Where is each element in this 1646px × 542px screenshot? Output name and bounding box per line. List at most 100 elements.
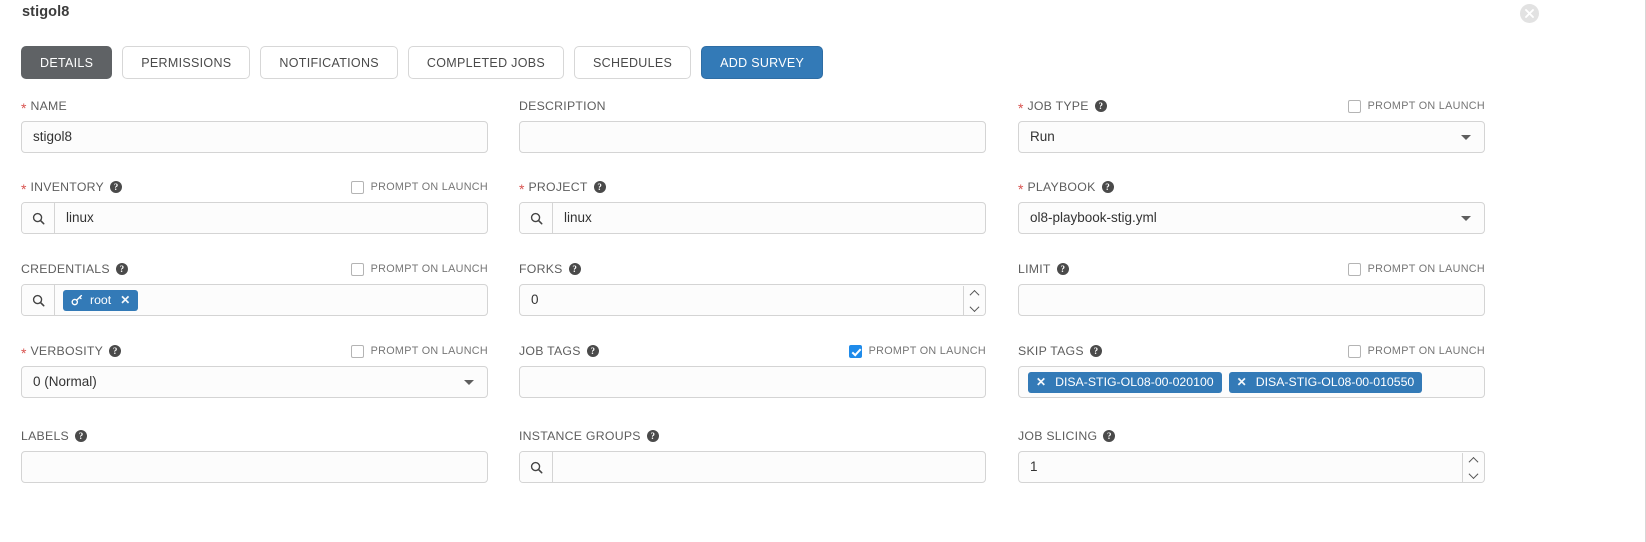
chevron-down-icon (1461, 216, 1471, 221)
help-icon[interactable]: ? (569, 263, 581, 275)
job-slicing-input-value: 1 (1019, 452, 1049, 482)
field-label: PLAYBOOK (1027, 180, 1095, 194)
prompt-on-launch-job-type[interactable]: PROMPT ON LAUNCH (1348, 100, 1485, 113)
prompt-on-launch-credentials[interactable]: PROMPT ON LAUNCH (351, 263, 488, 276)
required-marker: * (21, 182, 26, 196)
help-icon[interactable]: ? (116, 263, 128, 275)
inventory-input-value: linux (64, 203, 105, 233)
field-project: * PROJECT ? linux (519, 178, 986, 234)
instance-groups-lookup[interactable] (519, 451, 986, 483)
field-job-type: * JOB TYPE ? PROMPT ON LAUNCH Run (1018, 97, 1485, 153)
prompt-on-launch-checkbox[interactable] (849, 345, 862, 358)
search-icon[interactable] (520, 452, 553, 482)
field-verbosity: * VERBOSITY ? PROMPT ON LAUNCH 0 (Normal… (21, 342, 488, 398)
add-survey-button[interactable]: ADD SURVEY (701, 46, 823, 79)
prompt-on-launch-label: PROMPT ON LAUNCH (1368, 345, 1485, 357)
help-icon[interactable]: ? (109, 345, 121, 357)
page-title: stigol8 (22, 4, 69, 20)
help-icon[interactable]: ? (594, 181, 606, 193)
stepper-up-icon[interactable] (964, 286, 984, 301)
verbosity-select[interactable]: 0 (Normal) (21, 366, 488, 398)
forks-stepper[interactable] (963, 286, 984, 316)
job-type-select[interactable]: Run (1018, 121, 1485, 153)
remove-credential-icon[interactable]: ✕ (120, 293, 130, 307)
chevron-down-icon (464, 380, 474, 385)
credential-chip-label: root (90, 293, 111, 307)
tab-completed-jobs[interactable]: COMPLETED JOBS (408, 46, 564, 79)
credential-chip[interactable]: root ✕ (63, 290, 138, 311)
required-marker: * (1018, 101, 1023, 115)
name-input-value: stigol8 (22, 122, 83, 152)
field-job-slicing: JOB SLICING ? 1 (1018, 427, 1485, 483)
help-icon[interactable]: ? (75, 430, 87, 442)
job-slicing-stepper[interactable] (1462, 453, 1483, 483)
prompt-on-launch-limit[interactable]: PROMPT ON LAUNCH (1348, 263, 1485, 276)
prompt-on-launch-checkbox[interactable] (351, 263, 364, 276)
forks-input[interactable]: 0 (519, 284, 986, 316)
help-icon[interactable]: ? (1090, 345, 1102, 357)
field-label: CREDENTIALS (21, 262, 110, 276)
help-icon[interactable]: ? (1095, 100, 1107, 112)
field-name: * NAME stigol8 (21, 97, 488, 153)
remove-skip-tag-icon[interactable]: ✕ (1036, 375, 1046, 389)
job-type-select-value: Run (1019, 122, 1066, 152)
job-template-details-page: stigol8 DETAILS PERMISSIONS NOTIFICATION… (0, 0, 1646, 542)
field-skip-tags: SKIP TAGS ? PROMPT ON LAUNCH ✕ DISA-STIG… (1018, 342, 1485, 398)
name-input[interactable]: stigol8 (21, 121, 488, 153)
limit-input[interactable] (1018, 284, 1485, 316)
skip-tags-chip-list: ✕ DISA-STIG-OL08-00-020100 ✕ DISA-STIG-O… (1019, 372, 1484, 393)
help-icon[interactable]: ? (587, 345, 599, 357)
skip-tag-chip[interactable]: ✕ DISA-STIG-OL08-00-010550 (1229, 372, 1423, 393)
field-label: INSTANCE GROUPS (519, 429, 641, 443)
job-slicing-input[interactable]: 1 (1018, 451, 1485, 483)
prompt-on-launch-checkbox[interactable] (351, 181, 364, 194)
field-label: VERBOSITY (30, 344, 103, 358)
stepper-down-icon[interactable] (964, 301, 984, 316)
help-icon[interactable]: ? (1057, 263, 1069, 275)
search-icon[interactable] (22, 203, 55, 233)
prompt-on-launch-verbosity[interactable]: PROMPT ON LAUNCH (351, 345, 488, 358)
prompt-on-launch-checkbox[interactable] (1348, 100, 1361, 113)
job-tags-input[interactable] (519, 366, 986, 398)
prompt-on-launch-checkbox[interactable] (351, 345, 364, 358)
prompt-on-launch-checkbox[interactable] (1348, 345, 1361, 358)
description-input[interactable] (519, 121, 986, 153)
prompt-on-launch-label: PROMPT ON LAUNCH (371, 181, 488, 193)
help-icon[interactable]: ? (1102, 181, 1114, 193)
field-label: DESCRIPTION (519, 99, 606, 113)
labels-input[interactable] (21, 451, 488, 483)
field-label: PROJECT (528, 180, 587, 194)
verbosity-select-value: 0 (Normal) (22, 367, 108, 397)
stepper-down-icon[interactable] (1463, 468, 1483, 483)
remove-skip-tag-icon[interactable]: ✕ (1237, 375, 1247, 389)
required-marker: * (1018, 182, 1023, 196)
prompt-on-launch-checkbox[interactable] (1348, 263, 1361, 276)
help-icon[interactable]: ? (647, 430, 659, 442)
skip-tag-chip[interactable]: ✕ DISA-STIG-OL08-00-020100 (1028, 372, 1222, 393)
required-marker: * (519, 182, 524, 196)
tab-details[interactable]: DETAILS (21, 46, 112, 79)
search-icon[interactable] (22, 285, 55, 315)
key-icon (71, 294, 83, 306)
playbook-select[interactable]: ol8-playbook-stig.yml (1018, 202, 1485, 234)
help-icon[interactable]: ? (110, 181, 122, 193)
credentials-lookup[interactable]: root ✕ (21, 284, 488, 316)
close-icon[interactable] (1520, 4, 1539, 23)
search-icon[interactable] (520, 203, 553, 233)
prompt-on-launch-label: PROMPT ON LAUNCH (869, 345, 986, 357)
project-input-value: linux (562, 203, 603, 233)
inventory-lookup[interactable]: linux (21, 202, 488, 234)
prompt-on-launch-skip-tags[interactable]: PROMPT ON LAUNCH (1348, 345, 1485, 358)
tab-permissions[interactable]: PERMISSIONS (122, 46, 250, 79)
help-icon[interactable]: ? (1103, 430, 1115, 442)
tab-notifications[interactable]: NOTIFICATIONS (260, 46, 398, 79)
skip-tags-input[interactable]: ✕ DISA-STIG-OL08-00-020100 ✕ DISA-STIG-O… (1018, 366, 1485, 398)
project-lookup[interactable]: linux (519, 202, 986, 234)
field-label: JOB SLICING (1018, 429, 1097, 443)
prompt-on-launch-inventory[interactable]: PROMPT ON LAUNCH (351, 181, 488, 194)
field-credentials: CREDENTIALS ? PROMPT ON LAUNCH (21, 260, 488, 316)
prompt-on-launch-job-tags[interactable]: PROMPT ON LAUNCH (849, 345, 986, 358)
tab-schedules[interactable]: SCHEDULES (574, 46, 691, 79)
field-label: JOB TAGS (519, 344, 581, 358)
stepper-up-icon[interactable] (1463, 453, 1483, 468)
